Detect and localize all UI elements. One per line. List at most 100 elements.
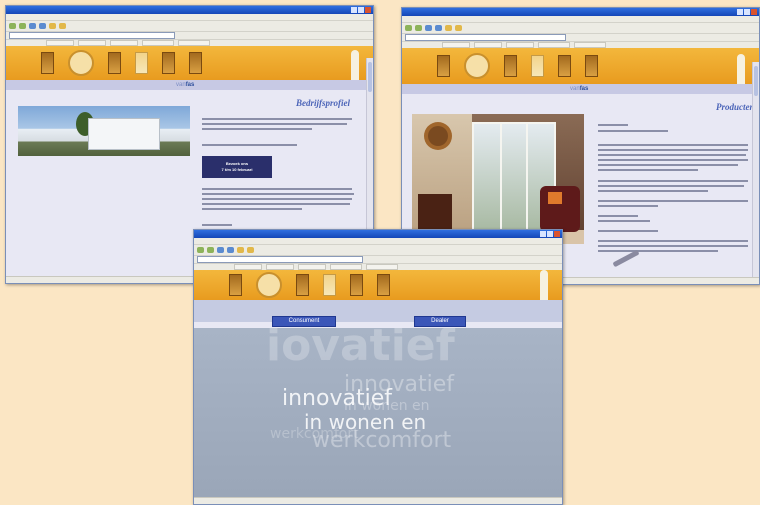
links-bar xyxy=(6,39,373,46)
maximize-icon[interactable] xyxy=(358,7,364,13)
address-input[interactable] xyxy=(197,256,364,263)
favorites-icon[interactable] xyxy=(59,23,66,29)
scrollbar[interactable] xyxy=(752,62,759,277)
ghost-word: werkcomfort xyxy=(270,426,359,442)
text-line xyxy=(598,205,658,207)
toolbar xyxy=(6,20,373,31)
home-icon[interactable] xyxy=(435,25,442,31)
forward-arrow-icon[interactable] xyxy=(207,247,214,253)
text-line xyxy=(598,154,746,156)
address-input[interactable] xyxy=(9,32,175,39)
minimize-icon[interactable] xyxy=(540,231,546,237)
text-line xyxy=(598,250,718,252)
door-image xyxy=(135,52,148,74)
refresh-icon[interactable] xyxy=(29,23,36,29)
sub-nav-bar: vanfas xyxy=(402,84,759,94)
text-line xyxy=(202,203,350,205)
minimize-icon[interactable] xyxy=(737,9,743,15)
title-bar xyxy=(6,6,373,14)
text-line xyxy=(598,245,748,247)
text-line xyxy=(598,190,708,192)
door-image xyxy=(323,274,336,296)
text-line xyxy=(202,198,352,200)
toolbar xyxy=(194,244,562,255)
address-input[interactable] xyxy=(405,34,567,41)
refresh-icon[interactable] xyxy=(217,247,224,253)
text-line xyxy=(598,159,748,161)
text-line xyxy=(202,193,354,195)
text-line xyxy=(598,164,738,166)
sub-nav-bar: vanfas xyxy=(6,80,373,90)
text-line xyxy=(598,180,748,182)
text-line xyxy=(598,220,650,222)
door-image xyxy=(68,50,94,76)
refresh-icon[interactable] xyxy=(425,25,432,31)
door-image xyxy=(585,55,598,77)
building-photo xyxy=(18,106,190,156)
back-arrow-icon[interactable] xyxy=(405,25,412,31)
text-line xyxy=(598,144,748,146)
text-line xyxy=(598,149,748,151)
favorites-icon[interactable] xyxy=(247,247,254,253)
consumer-button[interactable]: Consument xyxy=(272,316,336,327)
close-icon[interactable] xyxy=(554,231,560,237)
text-line xyxy=(598,240,748,242)
text-line xyxy=(202,128,312,130)
door-image xyxy=(504,55,517,77)
title-bar xyxy=(194,230,562,238)
back-arrow-icon[interactable] xyxy=(197,247,204,253)
forward-arrow-icon[interactable] xyxy=(415,25,422,31)
pen-icon xyxy=(612,249,640,268)
door-image xyxy=(108,52,121,74)
door-image xyxy=(229,274,242,296)
minimize-icon[interactable] xyxy=(351,7,357,13)
home-icon[interactable] xyxy=(227,247,234,253)
text-line xyxy=(202,123,347,125)
toolbar xyxy=(402,22,759,33)
site-banner xyxy=(402,48,759,84)
text-line xyxy=(202,208,302,210)
back-arrow-icon[interactable] xyxy=(9,23,16,29)
home-icon[interactable] xyxy=(39,23,46,29)
text-line xyxy=(598,230,658,232)
close-icon[interactable] xyxy=(365,7,371,13)
close-icon[interactable] xyxy=(751,9,757,15)
favorites-icon[interactable] xyxy=(455,25,462,31)
text-line xyxy=(202,118,352,120)
door-image xyxy=(377,274,390,296)
site-logo[interactable]: vanfas xyxy=(176,82,194,88)
address-bar xyxy=(6,31,373,39)
search-icon[interactable] xyxy=(49,23,56,29)
living-room-photo xyxy=(412,114,584,244)
forward-arrow-icon[interactable] xyxy=(19,23,26,29)
text-line xyxy=(598,200,748,202)
site-banner xyxy=(6,46,373,80)
sub-nav-bar xyxy=(194,300,562,322)
search-icon[interactable] xyxy=(445,25,452,31)
door-image xyxy=(189,52,202,74)
address-bar xyxy=(194,255,562,263)
search-icon[interactable] xyxy=(237,247,244,253)
door-image xyxy=(41,52,54,74)
text-line xyxy=(598,124,628,126)
text-line xyxy=(202,224,232,226)
title-bar xyxy=(402,8,759,16)
page-title: Bedrijfsprofiel xyxy=(296,98,350,108)
text-line xyxy=(598,185,744,187)
person-image xyxy=(351,50,359,80)
text-line xyxy=(202,144,297,146)
person-image xyxy=(540,270,548,300)
ghost-word: in wonen en xyxy=(344,398,430,414)
door-image xyxy=(350,274,363,296)
site-banner xyxy=(194,270,562,300)
door-image xyxy=(531,55,544,77)
page-title: Producten xyxy=(716,102,755,112)
links-bar xyxy=(402,41,759,48)
maximize-icon[interactable] xyxy=(547,231,553,237)
site-logo[interactable]: vanfas xyxy=(570,86,588,92)
maximize-icon[interactable] xyxy=(744,9,750,15)
intro-animation: iovatief innovatief innovatief in wonen … xyxy=(194,328,562,497)
visit-us-button[interactable]: Bezoek ons 7 t/m 10 februari xyxy=(202,156,272,178)
ghost-word: iovatief xyxy=(266,328,455,371)
dealer-button[interactable]: Dealer xyxy=(414,316,466,327)
